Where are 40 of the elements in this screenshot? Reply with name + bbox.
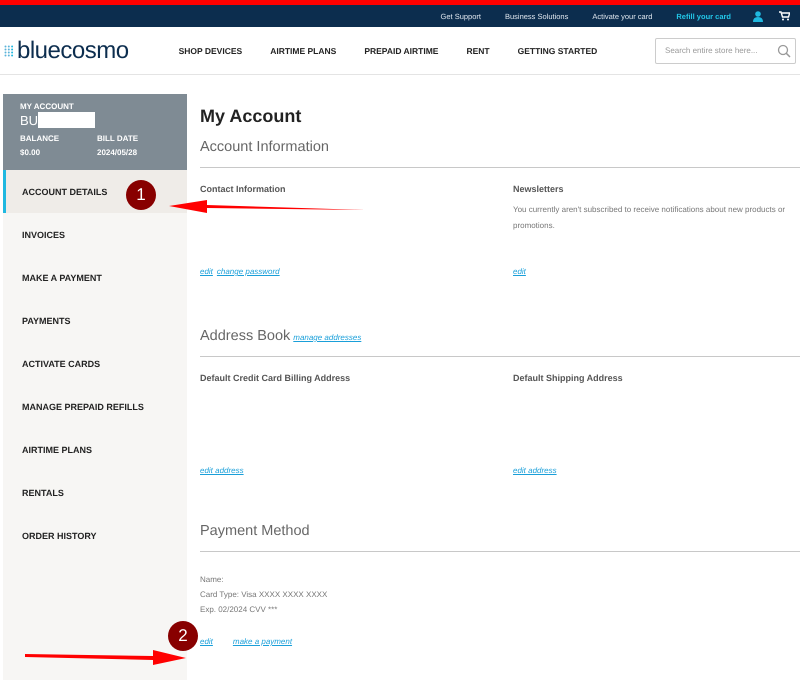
nav-link[interactable]: GETTING STARTED <box>518 46 598 56</box>
nav-link[interactable]: AIRTIME PLANS <box>270 46 336 56</box>
sidebar-item[interactable]: AIRTIME PLANS <box>22 444 92 454</box>
redaction-box <box>38 112 96 128</box>
newsletter-text: You currently aren't subscribed to receive notifications about new products or promotions. <box>513 204 786 232</box>
sidebar-item[interactable]: PAYMENTS <box>22 316 71 326</box>
payment-detail: Card Type: Visa XXXX XXXX XXXX <box>200 589 328 601</box>
section-title: Payment Method <box>200 523 310 539</box>
balance-value: $0.00 <box>20 148 42 157</box>
nav-link[interactable]: RENT <box>466 46 490 56</box>
logo[interactable]: bluecosmo <box>17 36 129 64</box>
account-label: MY ACCOUNT <box>20 102 75 111</box>
column-heading: Default Shipping Address <box>513 373 624 383</box>
column-heading: Default Credit Card Billing Address <box>200 373 352 383</box>
cart-icon[interactable] <box>779 11 790 21</box>
dots-logo-icon <box>4 44 14 56</box>
page-title: My Account <box>200 106 302 127</box>
account-name: BU <box>20 112 38 128</box>
sidebar-item[interactable]: MANAGE PREPAID REFILLS <box>22 402 144 412</box>
bill-date-value: 2024/05/28 <box>97 148 138 157</box>
search-field[interactable]: Search entire store here... <box>655 38 796 64</box>
sidebar-item[interactable]: ORDER HISTORY <box>22 530 97 540</box>
search-icon[interactable] <box>777 44 791 58</box>
column-heading: Newsletters <box>513 184 565 194</box>
sidebar-item[interactable]: RENTALS <box>22 488 64 498</box>
step-number-badge: 2 <box>168 621 198 651</box>
section-title: Address Book <box>200 328 290 344</box>
user-icon[interactable] <box>753 10 763 22</box>
balance-label: BALANCE <box>20 134 60 143</box>
payment-detail: Name: <box>200 574 225 586</box>
bill-date-label: BILL DATE <box>97 134 140 143</box>
sidebar-item[interactable]: INVOICES <box>22 230 66 240</box>
sidebar-item[interactable]: MAKE A PAYMENT <box>22 272 102 282</box>
nav-link[interactable]: PREPAID AIRTIME <box>364 46 438 56</box>
nav-link[interactable]: SHOP DEVICES <box>178 46 242 56</box>
section-title: Account Information <box>200 139 329 155</box>
sidebar-item[interactable]: ACTIVATE CARDS <box>22 358 100 368</box>
payment-detail: Exp. 02/2024 CVV *** <box>200 604 278 616</box>
sidebar-item[interactable]: ACCOUNT DETAILS <box>22 186 108 196</box>
column-heading: Contact Information <box>200 184 286 194</box>
